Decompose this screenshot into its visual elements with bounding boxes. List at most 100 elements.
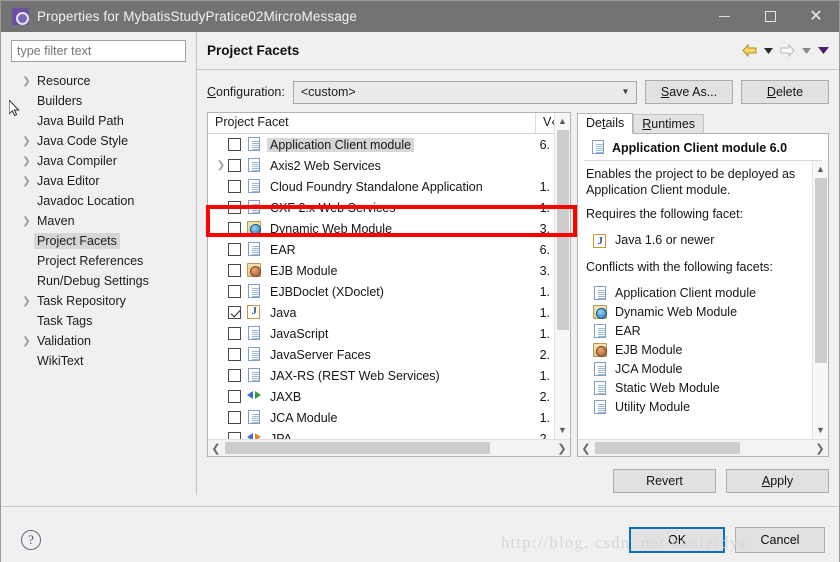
table-row[interactable]: EAR 6. bbox=[208, 239, 570, 260]
table-row[interactable]: Java 1. bbox=[208, 302, 570, 323]
minimize-icon bbox=[718, 16, 730, 17]
column-header-facet[interactable]: Project Facet bbox=[208, 113, 536, 133]
table-row[interactable]: JPA 2. bbox=[208, 428, 570, 439]
facet-checkbox[interactable] bbox=[228, 138, 241, 151]
doc-icon bbox=[247, 179, 262, 194]
sidebar-item-maven[interactable]: ❯ Maven bbox=[11, 211, 196, 231]
facet-vertical-scrollbar[interactable]: ▲ ▼ bbox=[554, 113, 570, 456]
facet-name: JavaServer Faces bbox=[270, 347, 371, 362]
details-hscrollbar-thumb[interactable] bbox=[595, 442, 740, 454]
table-row[interactable]: JavaServer Faces 2. bbox=[208, 344, 570, 365]
chevron-right-icon[interactable]: ❯ bbox=[214, 160, 228, 171]
facet-name: JAXB bbox=[270, 389, 302, 404]
delete-button[interactable]: Delete bbox=[741, 80, 829, 104]
chevron-right-icon[interactable]: ❯ bbox=[19, 336, 34, 347]
project-facet-table[interactable]: Project Facet V‹ Application Client modu… bbox=[207, 112, 571, 457]
facet-checkbox[interactable] bbox=[228, 180, 241, 193]
sidebar-item-label: Java Code Style bbox=[37, 134, 129, 148]
facet-checkbox[interactable] bbox=[228, 327, 241, 340]
sidebar-item-java-build-path[interactable]: Java Build Path bbox=[11, 111, 196, 131]
sidebar-item-project-references[interactable]: Project References bbox=[11, 251, 196, 271]
forward-arrow-icon[interactable] bbox=[778, 41, 797, 60]
sidebar-item-run-debug-settings[interactable]: Run/Debug Settings bbox=[11, 271, 196, 291]
sidebar-item-java-code-style[interactable]: ❯ Java Code Style bbox=[11, 131, 196, 151]
sidebar-item-java-compiler[interactable]: ❯ Java Compiler bbox=[11, 151, 196, 171]
chevron-left-icon[interactable]: ❮ bbox=[208, 442, 224, 455]
filter-input[interactable] bbox=[11, 40, 186, 62]
question-mark-icon[interactable]: ? bbox=[21, 530, 41, 550]
table-row[interactable]: CXF 2.x Web Services 1. bbox=[208, 197, 570, 218]
chevron-right-icon[interactable]: ❯ bbox=[19, 76, 34, 87]
save-as-mnemonic: S bbox=[660, 85, 670, 99]
chevron-right-icon[interactable]: ❯ bbox=[554, 442, 570, 455]
facet-checkbox[interactable] bbox=[228, 264, 241, 277]
facet-checkbox[interactable] bbox=[228, 201, 241, 214]
scrollbar-thumb[interactable] bbox=[557, 130, 569, 330]
table-row[interactable]: EJBDoclet (XDoclet) 1. bbox=[208, 281, 570, 302]
chevron-left-icon[interactable]: ❮ bbox=[578, 442, 594, 455]
facet-checkbox[interactable] bbox=[228, 243, 241, 256]
minimize-button[interactable] bbox=[701, 1, 747, 32]
facet-horizontal-scrollbar[interactable]: ❮ ❯ bbox=[208, 439, 570, 456]
sidebar-item-resource[interactable]: ❯ Resource bbox=[11, 71, 196, 91]
chevron-right-icon[interactable]: ❯ bbox=[19, 136, 34, 147]
details-vertical-scrollbar[interactable]: ▲ ▼ bbox=[812, 161, 828, 456]
table-row[interactable]: JAXB 2. bbox=[208, 386, 570, 407]
sidebar-item-task-repository[interactable]: ❯ Task Repository bbox=[11, 291, 196, 311]
apply-button[interactable]: Apply bbox=[726, 469, 829, 493]
table-row[interactable]: Cloud Foundry Standalone Application 1. bbox=[208, 176, 570, 197]
facet-checkbox[interactable] bbox=[228, 285, 241, 298]
view-menu-icon[interactable] bbox=[816, 41, 831, 60]
chevron-right-icon[interactable]: ❯ bbox=[19, 176, 34, 187]
tab-details[interactable]: Details bbox=[577, 113, 634, 134]
facet-checkbox[interactable] bbox=[228, 390, 241, 403]
facet-version: 6. bbox=[539, 137, 550, 152]
facet-checkbox[interactable] bbox=[228, 222, 241, 235]
chevron-right-icon[interactable]: ❯ bbox=[19, 296, 34, 307]
back-arrow-icon[interactable] bbox=[740, 41, 759, 60]
facet-checkbox[interactable] bbox=[228, 306, 241, 319]
table-row[interactable]: Dynamic Web Module 3. bbox=[208, 218, 570, 239]
chevron-up-icon[interactable]: ▲ bbox=[813, 161, 828, 177]
save-as-button[interactable]: Save As... bbox=[645, 80, 733, 104]
maximize-button[interactable] bbox=[747, 1, 793, 32]
forward-dropdown-icon[interactable] bbox=[799, 41, 814, 60]
facet-checkbox[interactable] bbox=[228, 159, 241, 172]
sidebar-item-java-editor[interactable]: ❯ Java Editor bbox=[11, 171, 196, 191]
sidebar-item-task-tags[interactable]: Task Tags bbox=[11, 311, 196, 331]
table-row[interactable]: JAX-RS (REST Web Services) 1. bbox=[208, 365, 570, 386]
cancel-button[interactable]: Cancel bbox=[735, 527, 825, 553]
facet-checkbox[interactable] bbox=[228, 411, 241, 424]
conflicting-facet-item-label: JCA Module bbox=[615, 361, 683, 376]
table-row[interactable]: ❯ Axis2 Web Services bbox=[208, 155, 570, 176]
back-dropdown-icon[interactable] bbox=[761, 41, 776, 60]
hscrollbar-thumb[interactable] bbox=[225, 442, 490, 454]
sidebar-item-project-facets[interactable]: Project Facets bbox=[11, 231, 196, 251]
chevron-right-icon[interactable]: ❯ bbox=[812, 442, 828, 455]
revert-button[interactable]: Revert bbox=[613, 469, 716, 493]
table-row[interactable]: Application Client module 6. bbox=[208, 134, 570, 155]
configuration-combobox[interactable]: <custom> ▾ bbox=[292, 80, 637, 104]
facet-checkbox[interactable] bbox=[228, 348, 241, 361]
conflicting-facet-item-label: EJB Module bbox=[615, 342, 683, 357]
close-button[interactable]: ✕ bbox=[793, 1, 839, 32]
tab-runtimes[interactable]: Runtimes bbox=[633, 114, 705, 134]
chevron-down-icon[interactable]: ▼ bbox=[813, 422, 828, 438]
table-row[interactable]: EJB Module 3. bbox=[208, 260, 570, 281]
chevron-down-icon[interactable]: ▼ bbox=[555, 422, 570, 438]
chevron-right-icon[interactable]: ❯ bbox=[19, 156, 34, 167]
details-scrollbar-thumb[interactable] bbox=[815, 178, 827, 363]
details-horizontal-scrollbar[interactable]: ❮ ❯ bbox=[578, 439, 828, 456]
table-row[interactable]: JavaScript 1. bbox=[208, 323, 570, 344]
chevron-up-icon[interactable]: ▲ bbox=[555, 113, 570, 129]
facet-checkbox[interactable] bbox=[228, 369, 241, 382]
table-row[interactable]: JCA Module 1. bbox=[208, 407, 570, 428]
sidebar-item-validation[interactable]: ❯ Validation bbox=[11, 331, 196, 351]
sidebar-item-javadoc-location[interactable]: Javadoc Location bbox=[11, 191, 196, 211]
page-header: Project Facets bbox=[197, 32, 839, 70]
facet-checkbox[interactable] bbox=[228, 432, 241, 439]
chevron-right-icon[interactable]: ❯ bbox=[19, 216, 34, 227]
sidebar-item-wikitext[interactable]: WikiText bbox=[11, 351, 196, 371]
sidebar-item-builders[interactable]: Builders bbox=[11, 91, 196, 111]
facets-split: Project Facet V‹ Application Client modu… bbox=[207, 112, 829, 457]
